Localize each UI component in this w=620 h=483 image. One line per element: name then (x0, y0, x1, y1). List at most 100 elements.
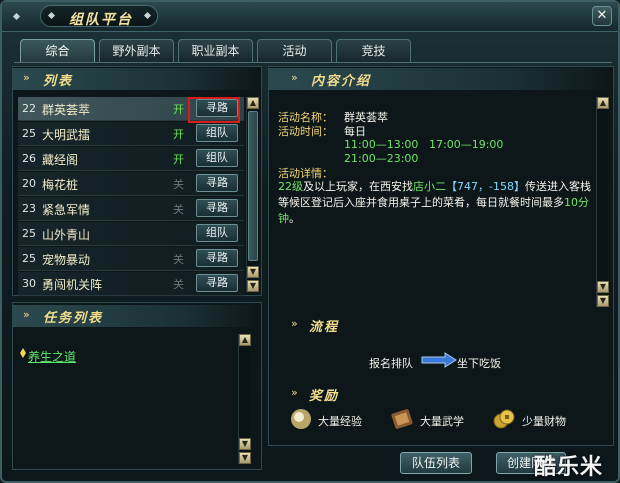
reward-label: 大量经验 (318, 415, 362, 428)
activity-detail-text: 22级及以上玩家，在西安找店小二【747，-158】传送进入客栈等候区登记后入座… (278, 179, 596, 227)
scroll-down-icon[interactable]: ▼ (247, 266, 259, 278)
list-row[interactable]: 25 山外青山 组队 (18, 222, 244, 246)
row-level: 23 (22, 202, 36, 215)
row-name: 宠物暴动 (42, 253, 91, 267)
npc-link[interactable]: 店小二 (413, 180, 446, 193)
list-header: » 列表 (13, 68, 259, 90)
task-list-heading: 任务列表 (43, 311, 104, 326)
row-name: 藏经阁 (42, 153, 79, 167)
activity-time-value: 每日 (344, 125, 366, 138)
reward-label: 大量武学 (420, 415, 464, 428)
list-row[interactable]: 25 宠物暴动 关 寻路 (18, 247, 244, 271)
scroll-up-icon[interactable]: ▲ (597, 97, 609, 109)
selection-highlight (188, 97, 240, 123)
window-title: 组队平台 (69, 12, 133, 28)
list-row[interactable]: 30 勇闯机关阵 关 寻路 (18, 272, 244, 296)
coins-icon (493, 409, 515, 429)
title-ornament-icon (143, 11, 152, 20)
tab-activity[interactable]: 活动 (257, 39, 332, 62)
row-name: 山外青山 (42, 228, 91, 242)
scroll-bottom-icon[interactable]: ▼ (247, 280, 259, 292)
row-name: 紧急军情 (42, 203, 91, 217)
row-level: 25 (22, 252, 36, 265)
list-heading: 列表 (43, 74, 74, 89)
double-chevron-icon: » (23, 308, 30, 321)
time-slot: 17:00—19:00 (429, 138, 504, 151)
list-row[interactable]: 23 紧急军情 关 寻路 (18, 197, 244, 221)
scroll-up-icon[interactable]: ▲ (239, 334, 251, 346)
detail-text: 及以上玩家，在西安找 (303, 180, 413, 193)
title-ornament-icon (47, 11, 56, 20)
tab-divider (14, 62, 612, 63)
pathfind-button[interactable]: 寻路 (196, 174, 238, 192)
task-list-panel (12, 302, 262, 470)
scroll-down-icon[interactable]: ▼ (597, 281, 609, 293)
row-status: 关 (173, 178, 184, 191)
detail-level: 22级 (278, 180, 303, 193)
task-link[interactable]: 养生之道 (28, 348, 76, 365)
detail-text: 。 (289, 212, 300, 225)
scroll-bottom-icon[interactable]: ▼ (239, 452, 251, 464)
row-level: 22 (22, 102, 36, 115)
quest-marker-icon (20, 348, 26, 358)
tab-field-dungeon[interactable]: 野外副本 (99, 39, 174, 62)
coordinates-link[interactable]: 【747，-158】 (446, 180, 525, 193)
team-list-button[interactable]: 队伍列表 (400, 452, 472, 474)
row-status: 关 (173, 253, 184, 266)
time-slot: 21:00—23:00 (344, 152, 419, 165)
row-status: 开 (173, 103, 184, 116)
list-row[interactable]: 25 大明武擂 开 组队 (18, 122, 244, 146)
content-scrollbar[interactable]: ▲ ▼ ▼ (596, 97, 609, 307)
reward-header: » 奖励 (269, 383, 469, 405)
double-chevron-icon: » (291, 317, 298, 330)
flow-header: » 流程 (269, 314, 469, 336)
pathfind-button[interactable]: 寻路 (196, 274, 238, 292)
flow-step-eat: 坐下吃饭 (457, 357, 501, 370)
tab-comprehensive[interactable]: 综合 (20, 39, 95, 62)
title-bar[interactable]: 组队平台 ✕ (2, 2, 618, 32)
row-level: 25 (22, 127, 36, 140)
reward-label: 少量财物 (522, 415, 566, 428)
row-status: 关 (173, 278, 184, 291)
flow-heading: 流程 (309, 320, 340, 335)
time-slot: 11:00—13:00 (344, 138, 419, 151)
watermark-text: 酷乐米 (534, 455, 604, 480)
row-name: 梅花桩 (42, 178, 79, 192)
row-level: 25 (22, 227, 36, 240)
double-chevron-icon: » (291, 71, 298, 84)
experience-orb-icon (291, 409, 311, 429)
close-button[interactable]: ✕ (592, 6, 612, 26)
row-level: 20 (22, 177, 36, 190)
scroll-down-icon[interactable]: ▼ (239, 438, 251, 450)
tab-class-dungeon[interactable]: 职业副本 (178, 39, 253, 62)
pathfind-button[interactable]: 寻路 (196, 249, 238, 267)
row-status: 开 (173, 128, 184, 141)
row-status: 关 (173, 203, 184, 216)
scroll-bottom-icon[interactable]: ▼ (597, 295, 609, 307)
double-chevron-icon: » (23, 71, 30, 84)
list-row[interactable]: 20 梅花桩 关 寻路 (18, 172, 244, 196)
task-scrollbar[interactable]: ▲ ▼ ▼ (238, 334, 251, 464)
team-up-button[interactable]: 组队 (196, 224, 238, 242)
reward-heading: 奖励 (309, 389, 340, 404)
flow-step-signup: 报名排队 (369, 357, 413, 370)
scroll-thumb[interactable] (248, 111, 258, 261)
content-header: » 内容介绍 (269, 68, 611, 90)
team-up-button[interactable]: 组队 (196, 149, 238, 167)
title-plate: 组队平台 (40, 5, 158, 28)
row-name: 群英荟萃 (42, 103, 91, 117)
team-up-button[interactable]: 组队 (196, 124, 238, 142)
row-level: 30 (22, 277, 36, 290)
activity-time-label: 活动时间： (278, 125, 333, 138)
tab-arena[interactable]: 竞技 (336, 39, 411, 62)
row-name: 大明武擂 (42, 128, 91, 142)
pathfind-button[interactable]: 寻路 (196, 199, 238, 217)
martial-scroll-icon (391, 409, 413, 429)
team-platform-window: 组队平台 ✕ 综合 野外副本 职业副本 活动 竞技 » 列表 22 群英荟萃 开… (0, 0, 620, 483)
task-list-header: » 任务列表 (13, 305, 259, 327)
list-scrollbar[interactable]: ▲ ▼ ▼ (246, 97, 259, 292)
double-chevron-icon: » (291, 386, 298, 399)
list-row[interactable]: 26 藏经阁 开 组队 (18, 147, 244, 171)
row-level: 26 (22, 152, 36, 165)
scroll-up-icon[interactable]: ▲ (247, 97, 259, 109)
